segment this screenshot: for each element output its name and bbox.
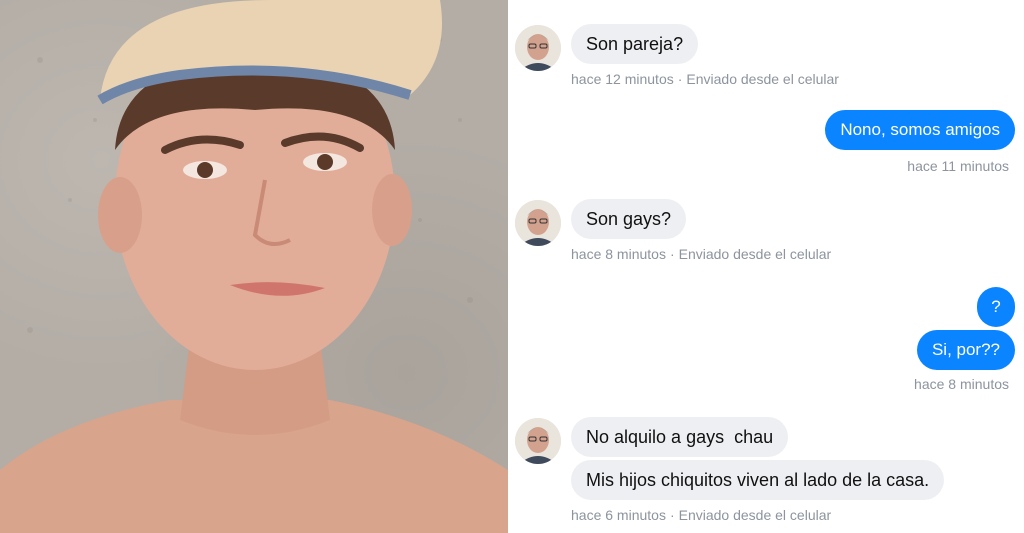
message-device: Enviado desde el celular (678, 507, 832, 523)
message-bubble-outgoing[interactable]: Nono, somos amigos (825, 110, 1015, 150)
sender-avatar[interactable] (515, 418, 561, 464)
message-time: hace 11 minutos (907, 158, 1009, 174)
message-bubble-outgoing[interactable]: ? (977, 287, 1015, 327)
message-time: hace 8 minutos (914, 376, 1009, 392)
message-time: hace 12 minutos (571, 71, 674, 87)
message-bubble-incoming[interactable]: Mis hijos chiquitos viven al lado de la … (571, 460, 945, 500)
meta-separator: · (669, 507, 675, 523)
profile-photo (0, 0, 508, 533)
chat-conversation: Son pareja? hace 12 minutos · Enviado desd… (508, 0, 1024, 533)
message-device: Enviado desde el celular (678, 246, 832, 262)
meta-separator: · (669, 246, 675, 262)
avatar-face-icon (515, 25, 561, 71)
avatar-face-icon (515, 200, 561, 246)
message-meta: hace 8 minutos · Enviado desde el celular (571, 246, 831, 262)
message-meta: hace 12 minutos · Enviado desde el celular (571, 71, 839, 87)
message-meta: hace 6 minutos · Enviado desde el celular (571, 507, 831, 523)
message-bubble-incoming[interactable]: No alquilo a gays chau (571, 417, 789, 457)
meta-separator: · (677, 71, 683, 87)
message-bubble-outgoing[interactable]: Si, por?? (916, 330, 1015, 370)
person-photo-illustration (0, 0, 508, 533)
avatar-face-icon (515, 418, 561, 464)
sender-avatar[interactable] (515, 200, 561, 246)
message-time: hace 6 minutos (571, 507, 666, 523)
message-device: Enviado desde el celular (686, 71, 839, 87)
message-time: hace 8 minutos (571, 246, 666, 262)
sender-avatar[interactable] (515, 25, 561, 71)
message-bubble-incoming[interactable]: Son pareja? (571, 24, 699, 64)
message-bubble-incoming[interactable]: Son gays? (571, 199, 687, 239)
